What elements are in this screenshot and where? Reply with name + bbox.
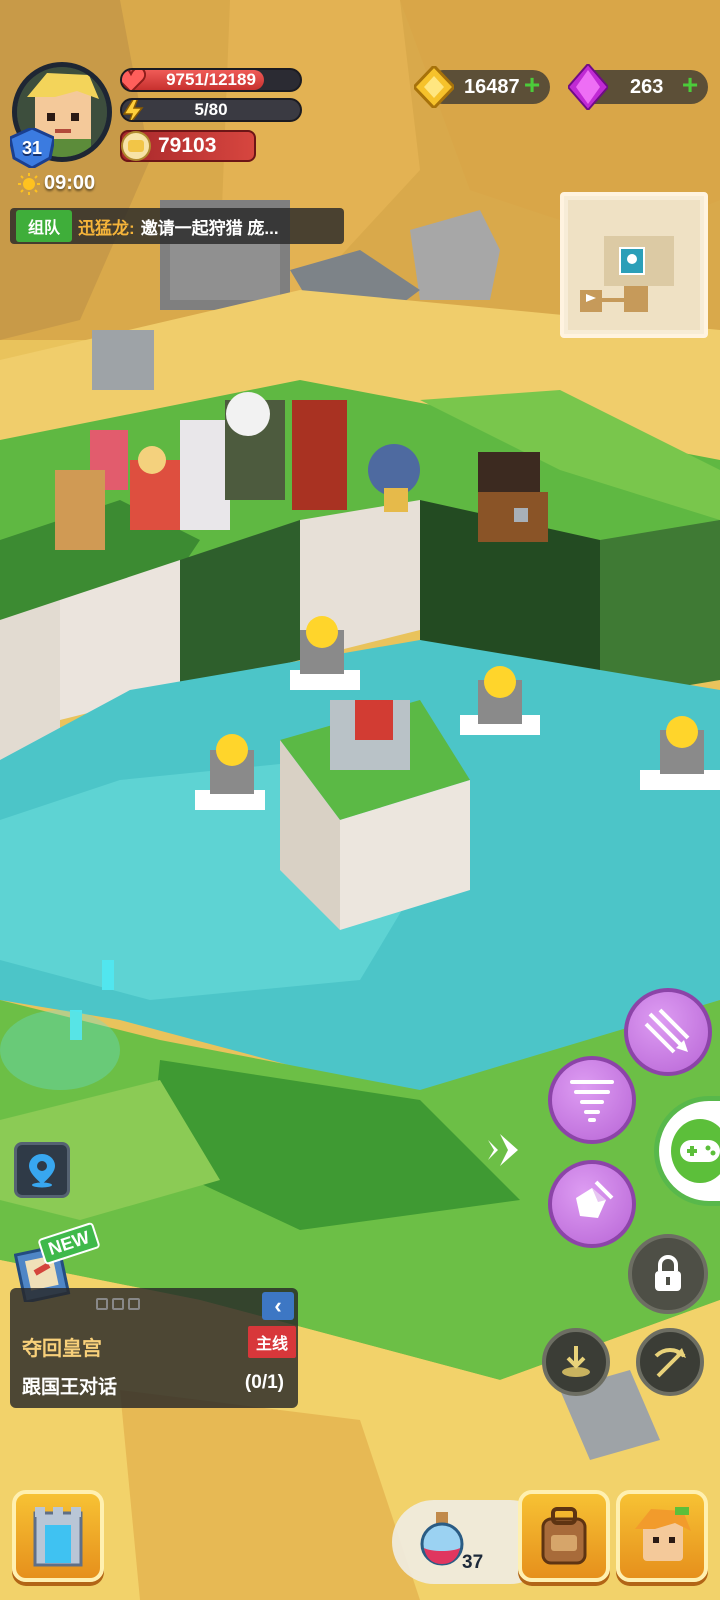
lock-icon: [655, 1255, 681, 1291]
hp-value: 9751/12189: [166, 70, 256, 89]
game-scene[interactable]: 31 9751/12189 5/80 79103 09:00 组队 迅猛龙: 邀…: [0, 0, 720, 1600]
chat-sender: 迅猛龙:: [78, 218, 135, 238]
collapse-chevron-icon: ‹: [274, 1293, 282, 1318]
lock-target-button[interactable]: [628, 1234, 708, 1314]
collapse-quest-button[interactable]: ‹: [262, 1292, 294, 1320]
hero-portrait-icon: [635, 1507, 691, 1561]
potion-count: 37: [462, 1552, 484, 1573]
crossbow-icon: [654, 1348, 686, 1378]
gold-counter: 16487 +: [414, 66, 550, 108]
minimap-content: [568, 200, 700, 330]
game-time: 09:00: [44, 172, 96, 194]
gem-amount: 263: [630, 75, 664, 98]
interact-button-core: [671, 1119, 720, 1183]
add-gem-button[interactable]: +: [678, 71, 702, 99]
sun-clock-icon: [18, 172, 40, 195]
dungeon-portal-icon: [33, 1507, 83, 1567]
quest-title: 夺回皇宫: [22, 1338, 102, 1360]
lightning-icon: [122, 100, 144, 120]
combat-power: 79103: [120, 130, 256, 162]
whirlwind-skill-icon: [570, 1080, 614, 1122]
minimap[interactable]: [560, 192, 708, 338]
dungeon-portal-button[interactable]: [12, 1490, 104, 1582]
volley-skill-button[interactable]: [624, 988, 712, 1076]
hp-bar: 9751/12189: [120, 68, 302, 92]
dodge-button[interactable]: [542, 1328, 610, 1396]
purple-gem-icon: [568, 64, 608, 110]
energy-value: 5/80: [194, 100, 228, 119]
gem-counter: 263 +: [568, 64, 708, 110]
power-fist-icon: [121, 131, 151, 161]
shatter-skill-button[interactable]: [548, 1160, 636, 1248]
player-level-badge: 31: [8, 126, 56, 170]
locate-button[interactable]: [14, 1142, 70, 1198]
energy-bar: 5/80: [120, 98, 302, 122]
attack-button[interactable]: [636, 1328, 704, 1396]
quest-page-dots: [96, 1298, 140, 1310]
player-level: 31: [21, 137, 43, 158]
shatter-skill-icon: [576, 1180, 614, 1218]
add-gold-button[interactable]: +: [520, 71, 544, 99]
volley-arrows-skill-icon: [644, 1008, 690, 1054]
combat-power-value: 79103: [158, 134, 217, 157]
quest-task: 跟国王对话: [22, 1377, 118, 1398]
chat-ticker[interactable]: 组队 迅猛龙: 邀请一起狩猎 庞...: [10, 208, 344, 244]
quest-progress: (0/1): [244, 1372, 284, 1393]
backpack-icon: [541, 1507, 587, 1565]
gamepad-icon: [680, 1140, 720, 1162]
backpack-button[interactable]: [518, 1490, 610, 1582]
quest-type-badge: 主线: [248, 1326, 297, 1358]
chat-channel-tag: 组队: [16, 210, 73, 242]
hero-button[interactable]: [616, 1490, 708, 1582]
heart-icon: [122, 70, 146, 90]
map-pin-icon: [29, 1154, 55, 1188]
gold-coin-icon: [414, 66, 454, 108]
quest-tracker[interactable]: ‹ 夺回皇宫 主线 跟国王对话 (0/1): [10, 1288, 298, 1408]
dodge-icon: [562, 1346, 590, 1377]
chat-message: 邀请一起狩猎 庞...: [140, 218, 279, 238]
game-clock: 09:00: [18, 172, 95, 195]
whirlwind-skill-button[interactable]: [548, 1056, 636, 1144]
gold-amount: 16487: [464, 75, 520, 98]
